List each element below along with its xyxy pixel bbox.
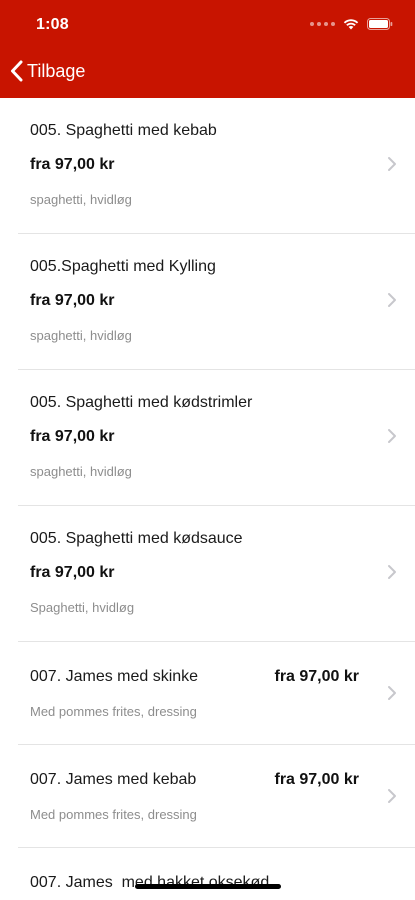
nav-bar: Tilbage	[0, 54, 415, 94]
list-item[interactable]: 007. James med skinke fra 97,00 kr Med p…	[0, 642, 415, 745]
chevron-right-icon	[388, 157, 396, 171]
item-price: fra 97,00 kr	[274, 771, 359, 788]
list-item[interactable]: 005.Spaghetti med Kylling fra 97,00 kr s…	[0, 234, 415, 370]
back-button[interactable]: Tilbage	[10, 60, 85, 82]
signal-icon	[310, 22, 335, 26]
back-label: Tilbage	[27, 60, 86, 81]
list-item[interactable]: 007. James med kebab fra 97,00 kr Med po…	[0, 745, 415, 848]
item-price: fra 97,00 kr	[30, 292, 115, 309]
item-description: spaghetti, hvidløg	[30, 192, 132, 207]
status-bar: 1:08	[0, 0, 415, 50]
item-name: 005. Spaghetti med kødstrimler	[30, 394, 253, 411]
chevron-right-icon	[388, 565, 396, 579]
item-price: fra 97,00 kr	[30, 156, 115, 173]
battery-icon	[367, 18, 393, 30]
status-time: 1:08	[36, 16, 69, 33]
list-item[interactable]: 005. Spaghetti med kødstrimler fra 97,00…	[0, 370, 415, 506]
item-price: fra 97,00 kr	[30, 428, 115, 445]
item-description: spaghetti, hvidløg	[30, 328, 132, 343]
chevron-right-icon	[388, 429, 396, 443]
item-description: Med pommes frites, dressing	[30, 704, 197, 719]
app-header: 1:08 Tilbage	[0, 0, 415, 98]
home-indicator	[135, 884, 281, 889]
item-name: 007. James med kebab	[30, 771, 197, 788]
menu-list: 005. Spaghetti med kebab fra 97,00 kr sp…	[0, 98, 415, 900]
list-item[interactable]: 005. Spaghetti med kødsauce fra 97,00 kr…	[0, 506, 415, 642]
item-description: Spaghetti, hvidløg	[30, 600, 135, 615]
item-description: spaghetti, hvidløg	[30, 464, 132, 479]
chevron-right-icon	[388, 789, 396, 803]
item-name: 005. Spaghetti med kebab	[30, 122, 217, 139]
item-price: fra 97,00 kr	[274, 668, 359, 685]
item-price: fra 97,00 kr	[30, 564, 115, 581]
item-name: 007. James med skinke	[30, 668, 199, 685]
chevron-left-icon	[11, 60, 23, 82]
item-description: Med pommes frites, dressing	[30, 807, 197, 822]
item-name: 005. Spaghetti med kødsauce	[30, 530, 243, 547]
list-item[interactable]: 005. Spaghetti med kebab fra 97,00 kr sp…	[0, 98, 415, 234]
status-icons	[310, 18, 393, 30]
wifi-icon	[343, 19, 359, 30]
chevron-right-icon	[388, 293, 396, 307]
chevron-right-icon	[388, 686, 396, 700]
item-name: 007. James med hakket oksekød	[30, 874, 270, 891]
item-name: 005.Spaghetti med Kylling	[30, 258, 216, 275]
list-item[interactable]: 007. James med hakket oksekød	[0, 848, 415, 900]
